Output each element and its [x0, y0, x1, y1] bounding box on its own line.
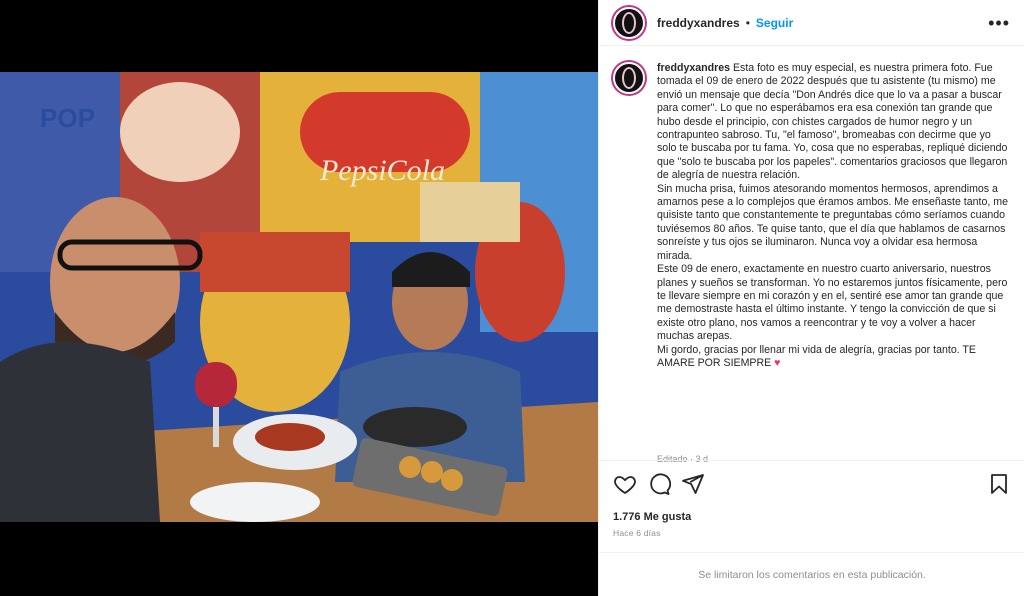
post-media: PepsiCola POP ARM	[0, 0, 598, 596]
likes-count[interactable]: 1.776 Me gusta	[613, 511, 1011, 523]
action-bar: 1.776 Me gusta Hace 6 días	[599, 460, 1024, 538]
bookmark-icon[interactable]	[987, 472, 1011, 496]
photo-illustration: PepsiCola POP ARM	[0, 72, 598, 522]
caption-username[interactable]: freddyxandres	[657, 62, 730, 74]
more-options-icon[interactable]: •••	[988, 14, 1010, 32]
username-link[interactable]: freddyxandres	[657, 16, 740, 30]
comments-limited-notice: Se limitaron los comentarios en esta pub…	[599, 552, 1024, 596]
comment-icon[interactable]	[647, 472, 671, 496]
caption-text: freddyxandres Esta foto es muy especial,…	[657, 62, 1009, 370]
post-photo[interactable]: PepsiCola POP ARM	[0, 72, 598, 522]
caption: freddyxandres Esta foto es muy especial,…	[613, 62, 1009, 370]
avatar[interactable]	[613, 6, 645, 39]
follow-button[interactable]: Seguir	[756, 16, 793, 30]
share-icon[interactable]	[681, 472, 705, 496]
svg-text:POP: POP	[40, 103, 95, 133]
caption-avatar[interactable]	[613, 62, 645, 94]
caption-body: Esta foto es muy especial, es nuestra pr…	[657, 62, 1008, 369]
instagram-post: PepsiCola POP ARM	[0, 0, 1024, 596]
separator-dot: •	[745, 15, 750, 30]
post-side-panel: freddyxandres • Seguir ••• freddyxandres…	[598, 0, 1024, 596]
post-date[interactable]: Hace 6 días	[613, 528, 1011, 538]
heart-emoji: ♥	[774, 356, 781, 369]
heart-icon[interactable]	[613, 472, 637, 496]
post-header: freddyxandres • Seguir •••	[599, 0, 1024, 46]
